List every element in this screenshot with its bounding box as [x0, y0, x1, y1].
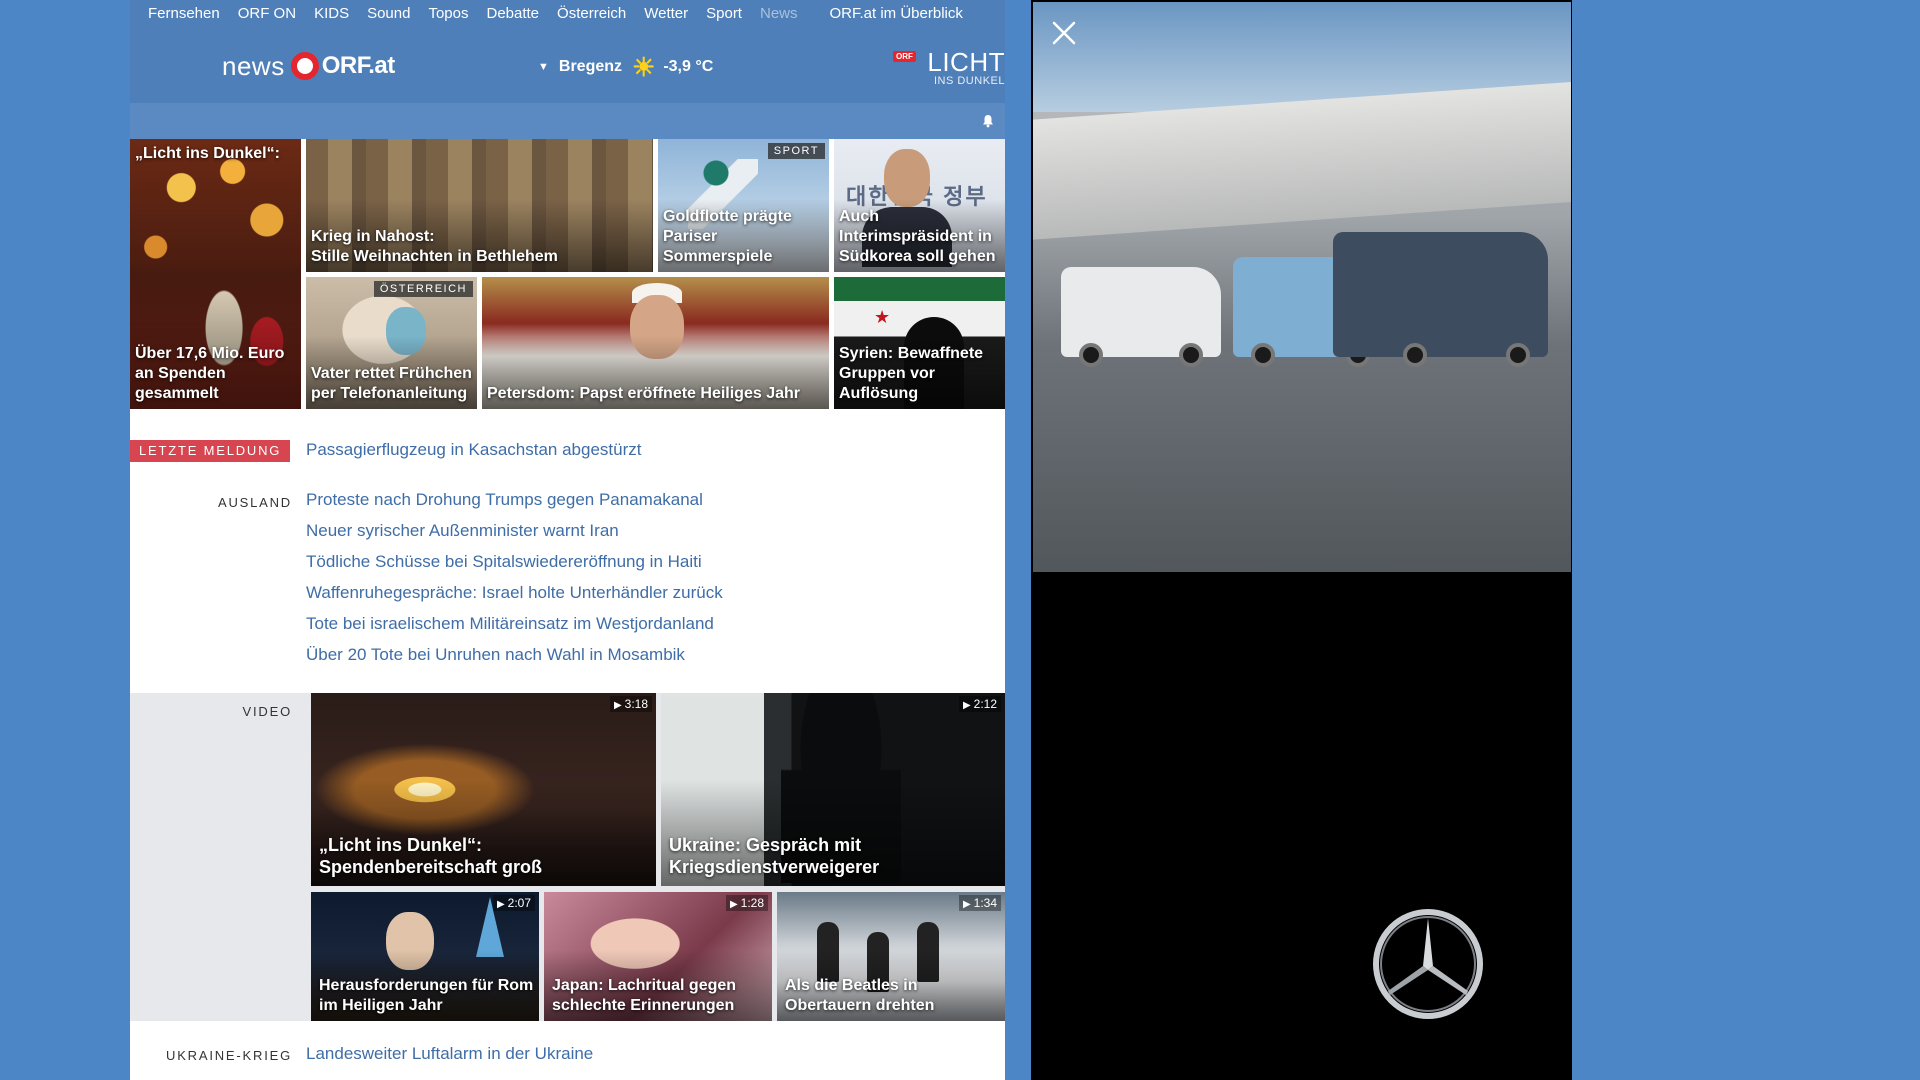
nav-item-debatte[interactable]: Debatte — [486, 5, 539, 22]
headline-link[interactable]: Waffenruhegespräche: Israel holte Unterh… — [306, 583, 723, 614]
play-icon: ▶ — [962, 899, 971, 910]
video-caption: Als die Beatles in Obertauern drehten — [785, 977, 935, 1014]
play-icon: ▶ — [729, 899, 738, 910]
tile-caption: Auch Interimspräsident in Südkorea soll … — [839, 208, 996, 265]
van-wheel — [1179, 343, 1203, 367]
sun-icon: ☀ — [632, 52, 656, 82]
section-label-ausland: AUSLAND — [217, 495, 292, 510]
tile-goldflotte[interactable]: SPORT Goldflotte prägte Pariser Sommersp… — [658, 139, 829, 272]
main-content: „Licht ins Dunkel“: Über 17,6 Mio. Euro … — [130, 139, 1005, 1080]
nav-item-wetter[interactable]: Wetter — [644, 5, 688, 22]
weather-temperature: -3,9 °C — [663, 58, 714, 75]
video-caption: Ukraine: Gespräch mit Kriegsdienstverwei… — [669, 835, 880, 877]
ausland-headlines: Proteste nach Drohung Trumps gegen Panam… — [306, 490, 723, 676]
top-navigation: Fernsehen ORF ON KIDS Sound Topos Debatt… — [130, 0, 1005, 27]
video-caption: „Licht ins Dunkel“: Spendenbereitschaft … — [319, 835, 543, 877]
van-dark — [1333, 232, 1548, 367]
video-duration: ▶ 2:07 — [492, 895, 535, 911]
nav-item-kids[interactable]: KIDS — [314, 5, 349, 22]
site-header: news ORF.at ▼ Bregenz ☀ -3,9 °C ORF LICH… — [130, 27, 1005, 103]
orf-tag: ORF — [893, 51, 916, 62]
video-tile[interactable]: ▶ 2:07 Herausforderungen für Rom im Heili… — [311, 892, 539, 1021]
tile-bethlehem[interactable]: Krieg in Nahost: Stille Weihnachten in B… — [306, 139, 653, 272]
headline-link[interactable]: Neuer syrischer Außenminister warnt Iran — [306, 521, 723, 552]
video-duration: ▶ 3:18 — [609, 696, 652, 712]
video-tile[interactable]: ▶ 3:18 „Licht ins Dunkel“: Spendenbereits… — [311, 693, 656, 886]
video-duration-text: 2:07 — [507, 896, 531, 910]
breaking-news-link[interactable]: Passagierflugzeug in Kasachstan abgestür… — [306, 440, 641, 460]
chevron-down-icon: ▼ — [538, 61, 549, 73]
weather-widget[interactable]: ▼ Bregenz ☀ -3,9 °C — [538, 52, 713, 82]
sub-bar — [130, 103, 1005, 139]
tile-caption-line-1: Krieg in Nahost: — [311, 228, 435, 245]
video-section: VIDEO ▶ 3:18 „Licht ins Dunkel“: Spendenb… — [130, 693, 1005, 1021]
category-badge: SPORT — [767, 143, 825, 159]
nav-item-oesterreich[interactable]: Österreich — [557, 5, 626, 22]
van-wheel — [1403, 343, 1427, 367]
licht-ins-dunkel-logo[interactable]: ORF LICHT INS DUNKEL — [893, 47, 1005, 87]
nav-item-news[interactable]: News — [760, 5, 798, 22]
play-icon: ▶ — [962, 700, 971, 711]
video-duration: ▶ 1:28 — [725, 895, 768, 911]
tile-caption: Petersdom: Papst eröffnete Heiliges Jahr — [487, 385, 800, 402]
tile-caption: Krieg in Nahost: Stille Weihnachten in B… — [311, 227, 649, 267]
ins-dunkel-text: INS DUNKEL — [933, 75, 1005, 87]
licht-text: LICHT — [927, 47, 1005, 77]
video-duration-text: 2:12 — [973, 697, 997, 711]
logo-news-text: news — [222, 50, 285, 81]
van-wheel — [1251, 343, 1275, 367]
play-icon: ▶ — [496, 899, 505, 910]
nav-item-orf-on[interactable]: ORF ON — [238, 5, 296, 22]
headline-link[interactable]: Tödliche Schüsse bei Spitalswiedereröffn… — [306, 552, 723, 583]
headline-link[interactable]: Landesweiter Luftalarm in der Ukraine — [306, 1044, 593, 1064]
news-orf-logo[interactable]: news ORF.at — [222, 49, 395, 83]
tile-top-caption: „Licht ins Dunkel“: — [135, 145, 280, 162]
tile-caption: Goldflotte prägte Pariser Sommerspiele — [663, 208, 792, 265]
ad-panel[interactable] — [1031, 0, 1572, 1080]
nav-item-sport[interactable]: Sport — [706, 5, 742, 22]
ad-image — [1033, 2, 1571, 572]
video-duration-text: 3:18 — [624, 697, 648, 711]
tile-caption: Vater rettet Frühchen per Telefonanleitu… — [311, 365, 472, 402]
nav-item-overview[interactable]: ORF.at im Überblick — [830, 5, 963, 22]
nav-item-fernsehen[interactable]: Fernsehen — [148, 5, 220, 22]
nav-item-topos[interactable]: Topos — [428, 5, 468, 22]
tile-syrien[interactable]: ★ Syrien: Bewaffnete Gruppen vor Auflösu… — [834, 277, 1005, 409]
weather-city: Bregenz — [558, 58, 623, 75]
video-duration-text: 1:28 — [740, 896, 764, 910]
headline-link[interactable]: Proteste nach Drohung Trumps gegen Panam… — [306, 490, 723, 521]
breaking-news-badge: LETZTE MELDUNG — [130, 440, 291, 462]
close-icon[interactable] — [1049, 18, 1079, 48]
video-tile[interactable]: ▶ 2:12 Ukraine: Gespräch mit Kriegsdienst… — [661, 693, 1005, 886]
nav-item-sound[interactable]: Sound — [367, 5, 410, 22]
category-badge: ÖSTERREICH — [373, 281, 473, 297]
tile-suedkorea[interactable]: 대한민국 정부 Auch Interimspräsident in Südkor… — [834, 139, 1005, 272]
video-duration: ▶ 2:12 — [958, 696, 1001, 712]
section-label-video: VIDEO — [242, 704, 292, 719]
mercedes-star-logo[interactable] — [1370, 906, 1486, 1022]
tile-fruehchen[interactable]: ÖSTERREICH Vater rettet Frühchen per Tel… — [306, 277, 477, 409]
section-label-ukraine: UKRAINE-KRIEG — [166, 1048, 292, 1063]
tile-caption-line-2: Stille Weihnachten in Bethlehem — [311, 248, 558, 265]
tile-caption: Über 17,6 Mio. Euro an Spenden gesammelt — [135, 345, 285, 402]
video-caption: Herausforderungen für Rom im Heiligen Ja… — [319, 977, 534, 1014]
tile-petersdom[interactable]: Petersdom: Papst eröffnete Heiliges Jahr — [482, 277, 829, 409]
van-wheel — [1079, 343, 1103, 367]
flag-star-icon: ★ — [874, 307, 891, 327]
headline-link[interactable]: Über 20 Tote bei Unruhen nach Wahl in Mo… — [306, 645, 723, 676]
logo-orf-text: ORF.at — [321, 52, 396, 79]
video-duration: ▶ 1:34 — [958, 895, 1001, 911]
orf-eye-icon — [290, 52, 319, 80]
video-caption: Japan: Lachritual gegen schlechte Erinne… — [552, 977, 737, 1014]
play-icon: ▶ — [613, 700, 622, 711]
van-wheel — [1506, 343, 1530, 367]
tile-caption: Syrien: Bewaffnete Gruppen vor Auflösung — [839, 345, 984, 402]
tile-licht-ins-dunkel[interactable]: „Licht ins Dunkel“: Über 17,6 Mio. Euro … — [130, 139, 301, 409]
van-white — [1061, 267, 1221, 367]
bell-icon[interactable] — [981, 114, 995, 128]
video-tile[interactable]: ▶ 1:28 Japan: Lachritual gegen schlechte … — [544, 892, 772, 1021]
headline-link[interactable]: Tote bei israelischem Militäreinsatz im … — [306, 614, 723, 645]
video-tile[interactable]: ▶ 1:34 Als die Beatles in Obertauern dreh… — [777, 892, 1005, 1021]
video-duration-text: 1:34 — [973, 896, 997, 910]
